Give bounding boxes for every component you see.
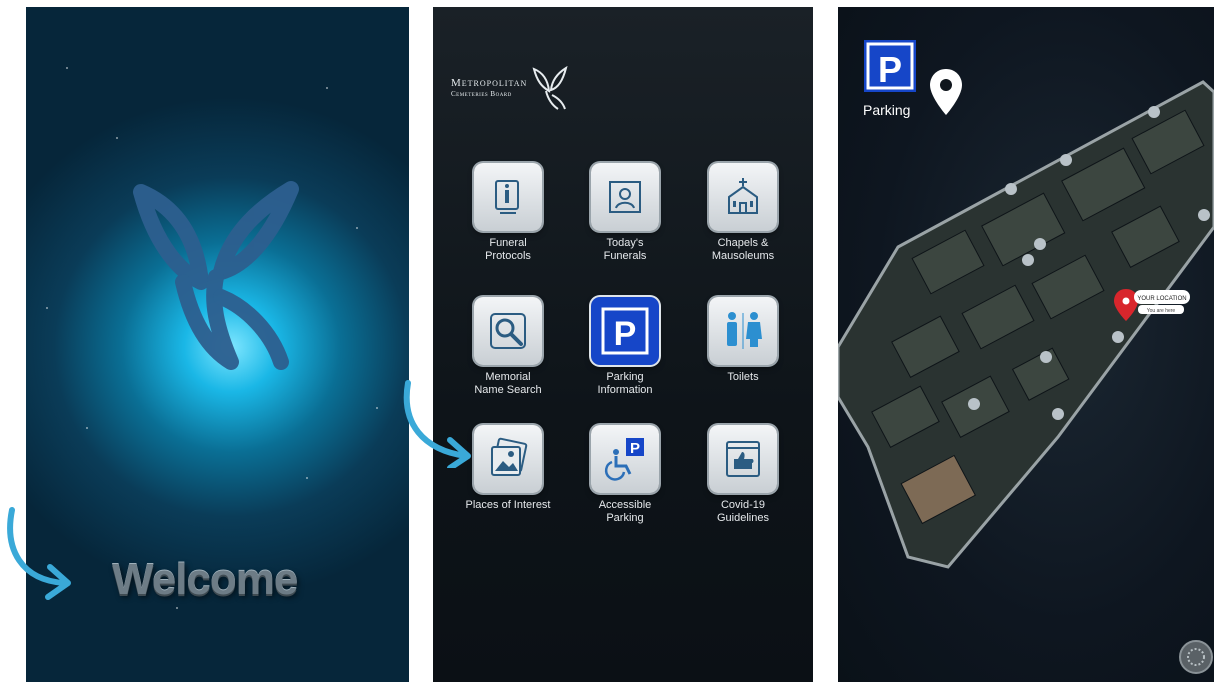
tile-funeral-protocols[interactable]: Funeral Protocols <box>448 163 568 263</box>
guidelines-icon <box>709 425 777 493</box>
toilet-icon <box>709 297 777 365</box>
tile-label: Funeral Protocols <box>485 237 531 262</box>
photos-icon <box>474 425 542 493</box>
tile-label: Today's Funerals <box>603 237 647 262</box>
welcome-heading: Welcome <box>112 555 298 604</box>
your-location-label: YOUR LOCATION <box>1137 296 1186 302</box>
accessible-parking-icon: P <box>591 425 659 493</box>
menu-screen: Metropolitan Cemeteries Board Funeral Pr… <box>433 7 813 682</box>
tile-label: Chapels & Mausoleums <box>711 237 775 262</box>
svg-text:P: P <box>630 440 640 457</box>
pointer-arrow-icon <box>7 507 71 600</box>
tile-todays-funerals[interactable]: Today's Funerals <box>565 163 685 263</box>
brand-line1: Metropolitan <box>451 77 528 89</box>
parking-map-screen: P Parking YOUR LOCATION You are here <box>838 7 1214 682</box>
tile-label: Places of Interest <box>465 499 551 511</box>
parking-icon: P <box>591 297 659 365</box>
you-are-here-label: You are here <box>1147 308 1176 314</box>
pointer-arrow-icon <box>403 380 471 468</box>
compass-icon[interactable] <box>1178 639 1214 675</box>
mcb-logo-icon <box>133 181 299 370</box>
tile-toilets[interactable]: Toilets <box>683 297 803 384</box>
tile-label: Covid-19 Guidelines <box>717 499 769 524</box>
tile-parking-information[interactable]: P Parking Information <box>565 297 685 397</box>
chapel-icon <box>709 163 777 231</box>
brand-wordmark: Metropolitan Cemeteries Board <box>451 77 527 98</box>
svg-text:P: P <box>614 315 637 353</box>
cemetery-map[interactable]: YOUR LOCATION You are here <box>838 67 1214 587</box>
tile-label: Parking Information <box>597 371 653 396</box>
person-frame-icon <box>591 163 659 231</box>
tile-label: Toilets <box>727 371 759 383</box>
brand-line2: Cemeteries Board <box>451 90 512 98</box>
welcome-screen: Welcome <box>26 7 409 682</box>
magnifier-icon <box>474 297 542 365</box>
tile-chapels-mausoleums[interactable]: Chapels & Mausoleums <box>683 163 803 263</box>
tile-covid-guidelines[interactable]: Covid-19 Guidelines <box>683 425 803 525</box>
mcb-logo-icon <box>532 65 568 110</box>
info-stand-icon <box>474 163 542 231</box>
tile-accessible-parking[interactable]: P Accessible Parking <box>565 425 685 525</box>
tile-label: Accessible Parking <box>598 499 652 524</box>
